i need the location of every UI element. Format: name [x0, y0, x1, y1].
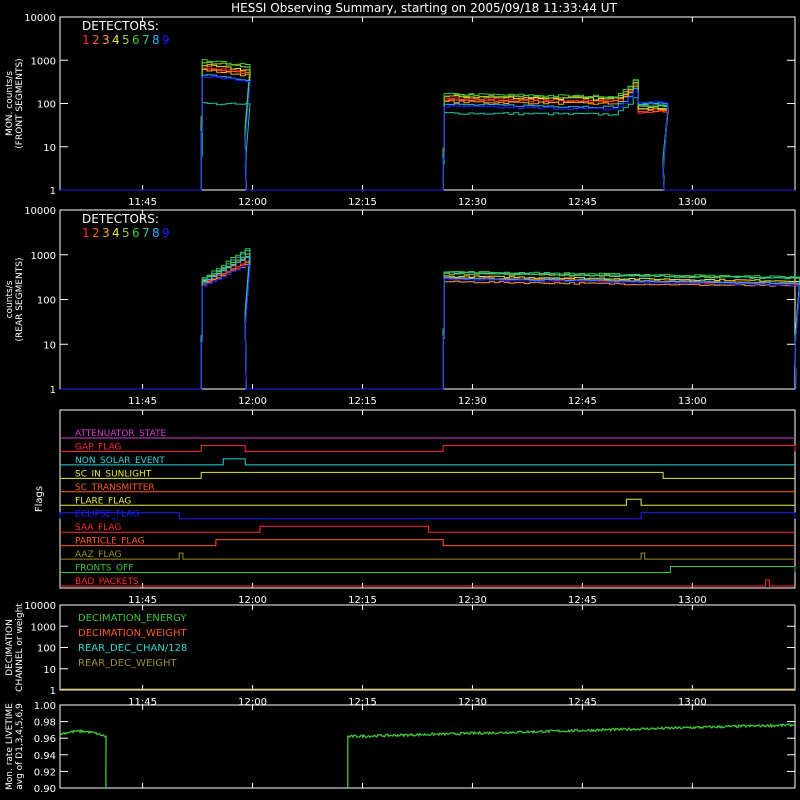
x-tick-label: 12:00: [238, 697, 267, 708]
flag-label: FRONTS_OFF: [75, 564, 133, 574]
legend-detector-5: 5: [122, 33, 130, 47]
decimation-legend-item: DECIMATION_WEIGHT: [78, 628, 187, 639]
x-tick-label: 12:15: [348, 697, 377, 708]
legend-detector-6: 6: [132, 33, 140, 47]
y-tick-label: 0.96: [34, 734, 56, 745]
flag-label: ECLIPSE_FLAG: [75, 510, 139, 520]
y-axis-label: CHANNEL or weight: [15, 603, 25, 692]
y-tick-label: 0.92: [34, 767, 56, 778]
y-tick-label: 1000: [31, 56, 56, 67]
y-tick-label: 0.94: [34, 751, 56, 762]
y-axis-label: Mon. rate LIVETIME: [5, 703, 15, 790]
x-tick-label: 12:45: [568, 396, 597, 407]
x-tick-label: 12:30: [458, 697, 487, 708]
y-tick-label: 1: [50, 686, 56, 697]
x-tick-label: 12:00: [238, 396, 267, 407]
decimation-legend-item: REAR_DEC_CHAN/128: [78, 643, 187, 654]
legend-detector-7: 7: [142, 33, 150, 47]
y-tick-label: 100: [37, 644, 56, 655]
legend-detector-9: 9: [162, 33, 170, 47]
flag-label: SAA_FLAG: [75, 523, 121, 533]
x-tick-label: 13:00: [678, 396, 707, 407]
y-tick-label: 1000: [31, 251, 56, 262]
y-tick-label: 1.00: [34, 701, 56, 712]
x-tick-label: 11:45: [128, 697, 157, 708]
y-axis-label: Flags: [34, 486, 45, 512]
x-tick-label: 12:45: [568, 595, 597, 606]
x-tick-label: 12:15: [348, 197, 377, 208]
legend-detector-4: 4: [112, 33, 120, 47]
y-axis-label: DECIMATION: [5, 619, 15, 676]
x-tick-label: 12:30: [458, 396, 487, 407]
y-tick-label: 10000: [24, 601, 56, 612]
flag-label: GAP_FLAG: [75, 442, 121, 452]
y-tick-label: 1: [50, 186, 56, 197]
y-tick-label: 0.90: [34, 784, 56, 795]
legend-detector-1: 1: [82, 33, 90, 47]
legend-detector-9: 9: [162, 226, 170, 240]
legend-detector-2: 2: [92, 33, 100, 47]
flag-label: ATTENUATOR_STATE: [75, 429, 167, 439]
x-tick-label: 12:15: [348, 396, 377, 407]
x-tick-label: 11:45: [128, 396, 157, 407]
legend-detector-5: 5: [122, 226, 130, 240]
x-tick-label: 12:30: [458, 197, 487, 208]
y-tick-label: 10: [43, 340, 56, 351]
legend-detector-8: 8: [152, 33, 160, 47]
x-tick-label: 11:45: [128, 595, 157, 606]
y-tick-label: 1000: [31, 622, 56, 633]
legend-detector-7: 7: [142, 226, 150, 240]
observing-summary-plot: HESSI Observing Summary, starting on 200…: [0, 0, 800, 800]
y-tick-label: 0.98: [34, 718, 56, 729]
x-tick-label: 12:15: [348, 595, 377, 606]
y-tick-label: 10: [43, 665, 56, 676]
y-axis-label: avg of D1,3,4,5,6,9: [15, 703, 25, 790]
legend-detector-3: 3: [102, 226, 110, 240]
y-axis-label: (REAR SEGMENTS): [15, 257, 25, 341]
legend-title: DETECTORS:: [82, 19, 159, 33]
flag-label: AAZ_FLAG: [75, 550, 122, 560]
y-tick-label: 10: [43, 143, 56, 154]
flag-label: FLARE_FLAG: [75, 496, 131, 506]
decimation-legend-item: DECIMATION_ENERGY: [78, 613, 187, 624]
x-tick-label: 12:00: [238, 197, 267, 208]
x-tick-label: 13:00: [678, 595, 707, 606]
legend-detector-2: 2: [92, 226, 100, 240]
x-tick-label: 12:45: [568, 697, 597, 708]
y-tick-label: 100: [37, 296, 56, 307]
x-tick-label: 11:45: [128, 197, 157, 208]
y-tick-label: 10000: [24, 206, 56, 217]
x-tick-label: 13:00: [678, 197, 707, 208]
chart-title: HESSI Observing Summary, starting on 200…: [231, 1, 617, 15]
y-axis-label: counts/s: [5, 280, 15, 318]
x-tick-label: 13:00: [678, 697, 707, 708]
y-tick-label: 100: [37, 100, 56, 111]
legend-detector-6: 6: [132, 226, 140, 240]
flag-label: SC_TRANSMITTER: [75, 483, 155, 493]
legend-detector-1: 1: [82, 226, 90, 240]
x-tick-label: 12:45: [568, 197, 597, 208]
x-tick-label: 12:00: [238, 595, 267, 606]
flag-label: PARTICLE_FLAG: [75, 537, 145, 547]
flag-label: NON_SOLAR_EVENT: [75, 456, 165, 466]
flag-label: SC_IN_SUNLIGHT: [75, 469, 152, 479]
legend-detector-4: 4: [112, 226, 120, 240]
legend-detector-3: 3: [102, 33, 110, 47]
x-tick-label: 12:30: [458, 595, 487, 606]
y-tick-label: 1: [50, 385, 56, 396]
decimation-legend-item: REAR_DEC_WEIGHT: [78, 658, 177, 669]
flag-label: BAD_PACKETS: [75, 577, 139, 587]
y-axis-label: MON. counts/s: [5, 71, 15, 136]
legend-title: DETECTORS:: [82, 212, 159, 226]
y-axis-label: (FRONT SEGMENTS): [15, 58, 25, 148]
legend-detector-8: 8: [152, 226, 160, 240]
y-tick-label: 10000: [24, 13, 56, 24]
